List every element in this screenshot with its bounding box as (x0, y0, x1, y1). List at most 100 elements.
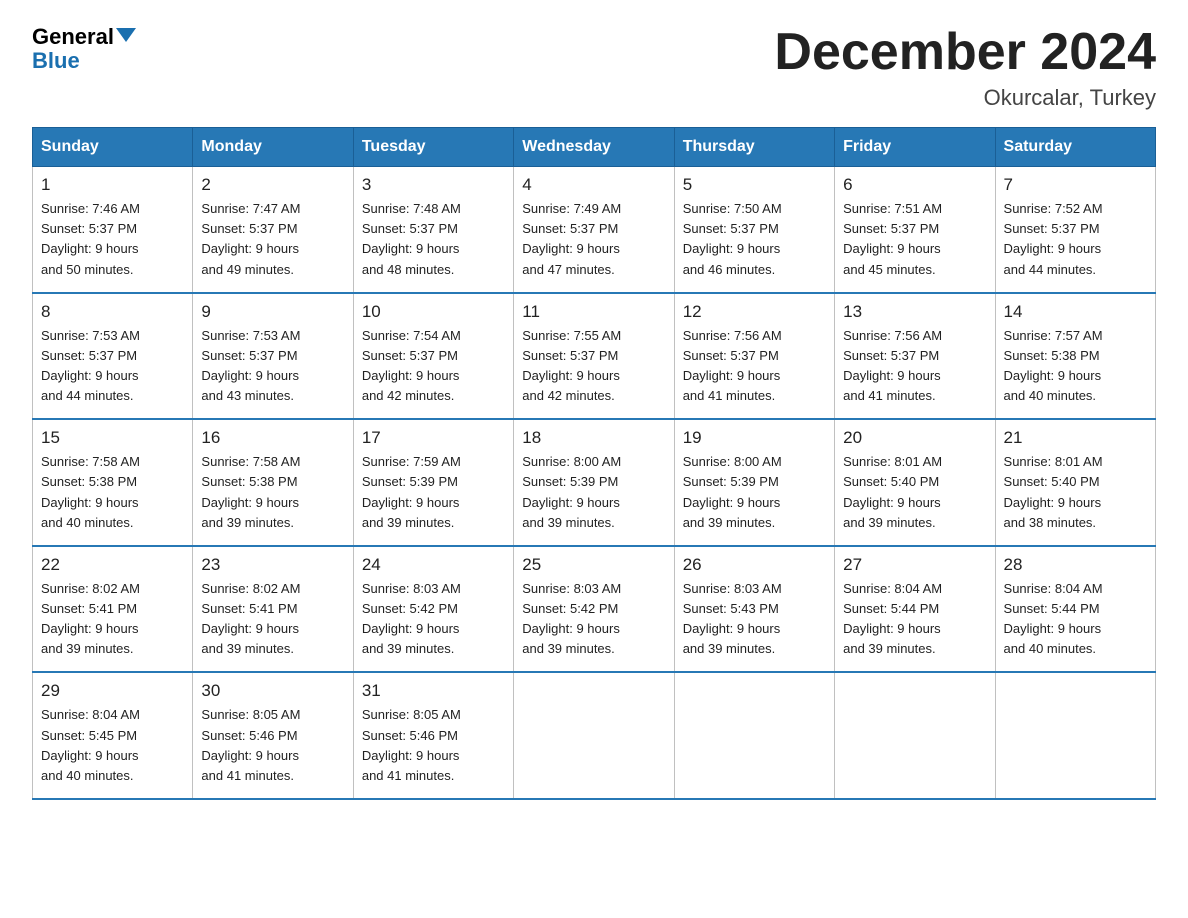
table-cell: 30 Sunrise: 8:05 AMSunset: 5:46 PMDayligh… (193, 672, 353, 799)
col-monday: Monday (193, 128, 353, 167)
day-number: 29 (41, 681, 184, 701)
day-info: Sunrise: 8:00 AMSunset: 5:39 PMDaylight:… (683, 452, 826, 533)
day-info: Sunrise: 8:02 AMSunset: 5:41 PMDaylight:… (41, 579, 184, 660)
day-number: 20 (843, 428, 986, 448)
table-cell (674, 672, 834, 799)
day-number: 10 (362, 302, 505, 322)
day-number: 12 (683, 302, 826, 322)
day-info: Sunrise: 8:01 AMSunset: 5:40 PMDaylight:… (1004, 452, 1147, 533)
day-number: 16 (201, 428, 344, 448)
day-number: 6 (843, 175, 986, 195)
day-number: 30 (201, 681, 344, 701)
day-number: 19 (683, 428, 826, 448)
col-sunday: Sunday (33, 128, 193, 167)
table-cell: 1 Sunrise: 7:46 AMSunset: 5:37 PMDaylight… (33, 167, 193, 293)
day-info: Sunrise: 8:03 AMSunset: 5:42 PMDaylight:… (362, 579, 505, 660)
day-number: 25 (522, 555, 665, 575)
day-number: 7 (1004, 175, 1147, 195)
month-title: December 2024 (774, 24, 1156, 81)
table-cell: 21 Sunrise: 8:01 AMSunset: 5:40 PMDayligh… (995, 419, 1155, 546)
day-number: 21 (1004, 428, 1147, 448)
day-info: Sunrise: 7:49 AMSunset: 5:37 PMDaylight:… (522, 199, 665, 280)
day-number: 2 (201, 175, 344, 195)
day-info: Sunrise: 7:58 AMSunset: 5:38 PMDaylight:… (201, 452, 344, 533)
page-header: General Blue December 2024 Okurcalar, Tu… (32, 24, 1156, 111)
day-number: 11 (522, 302, 665, 322)
day-info: Sunrise: 8:04 AMSunset: 5:44 PMDaylight:… (1004, 579, 1147, 660)
table-cell: 19 Sunrise: 8:00 AMSunset: 5:39 PMDayligh… (674, 419, 834, 546)
day-info: Sunrise: 8:04 AMSunset: 5:45 PMDaylight:… (41, 705, 184, 786)
day-number: 9 (201, 302, 344, 322)
table-cell: 5 Sunrise: 7:50 AMSunset: 5:37 PMDaylight… (674, 167, 834, 293)
day-info: Sunrise: 8:03 AMSunset: 5:43 PMDaylight:… (683, 579, 826, 660)
table-cell: 20 Sunrise: 8:01 AMSunset: 5:40 PMDayligh… (835, 419, 995, 546)
table-cell: 23 Sunrise: 8:02 AMSunset: 5:41 PMDayligh… (193, 546, 353, 673)
table-cell: 24 Sunrise: 8:03 AMSunset: 5:42 PMDayligh… (353, 546, 513, 673)
table-cell: 11 Sunrise: 7:55 AMSunset: 5:37 PMDayligh… (514, 293, 674, 420)
day-info: Sunrise: 8:03 AMSunset: 5:42 PMDaylight:… (522, 579, 665, 660)
table-cell: 22Sunrise: 8:02 AMSunset: 5:41 PMDayligh… (33, 546, 193, 673)
location-text: Okurcalar, Turkey (774, 85, 1156, 111)
day-number: 4 (522, 175, 665, 195)
col-thursday: Thursday (674, 128, 834, 167)
calendar-table: Sunday Monday Tuesday Wednesday Thursday… (32, 127, 1156, 800)
day-info: Sunrise: 7:52 AMSunset: 5:37 PMDaylight:… (1004, 199, 1147, 280)
day-info: Sunrise: 7:47 AMSunset: 5:37 PMDaylight:… (201, 199, 344, 280)
logo-arrow-icon (116, 28, 136, 42)
table-cell: 18 Sunrise: 8:00 AMSunset: 5:39 PMDayligh… (514, 419, 674, 546)
table-cell: 6 Sunrise: 7:51 AMSunset: 5:37 PMDaylight… (835, 167, 995, 293)
table-cell: 2 Sunrise: 7:47 AMSunset: 5:37 PMDaylight… (193, 167, 353, 293)
logo: General Blue (32, 24, 138, 74)
day-number: 23 (201, 555, 344, 575)
day-info: Sunrise: 8:00 AMSunset: 5:39 PMDaylight:… (522, 452, 665, 533)
table-cell: 26Sunrise: 8:03 AMSunset: 5:43 PMDayligh… (674, 546, 834, 673)
table-cell: 14Sunrise: 7:57 AMSunset: 5:38 PMDayligh… (995, 293, 1155, 420)
day-info: Sunrise: 7:54 AMSunset: 5:37 PMDaylight:… (362, 326, 505, 407)
day-info: Sunrise: 7:50 AMSunset: 5:37 PMDaylight:… (683, 199, 826, 280)
day-info: Sunrise: 7:58 AMSunset: 5:38 PMDaylight:… (41, 452, 184, 533)
day-number: 13 (843, 302, 986, 322)
table-cell: 15Sunrise: 7:58 AMSunset: 5:38 PMDayligh… (33, 419, 193, 546)
table-cell: 4 Sunrise: 7:49 AMSunset: 5:37 PMDaylight… (514, 167, 674, 293)
table-cell: 31Sunrise: 8:05 AMSunset: 5:46 PMDayligh… (353, 672, 513, 799)
day-info: Sunrise: 8:02 AMSunset: 5:41 PMDaylight:… (201, 579, 344, 660)
day-number: 31 (362, 681, 505, 701)
table-cell: 3 Sunrise: 7:48 AMSunset: 5:37 PMDaylight… (353, 167, 513, 293)
table-cell: 9 Sunrise: 7:53 AMSunset: 5:37 PMDaylight… (193, 293, 353, 420)
day-info: Sunrise: 7:48 AMSunset: 5:37 PMDaylight:… (362, 199, 505, 280)
table-cell: 28Sunrise: 8:04 AMSunset: 5:44 PMDayligh… (995, 546, 1155, 673)
col-wednesday: Wednesday (514, 128, 674, 167)
table-cell: 17Sunrise: 7:59 AMSunset: 5:39 PMDayligh… (353, 419, 513, 546)
day-info: Sunrise: 7:46 AMSunset: 5:37 PMDaylight:… (41, 199, 184, 280)
week-row-3: 15Sunrise: 7:58 AMSunset: 5:38 PMDayligh… (33, 419, 1156, 546)
week-row-2: 8 Sunrise: 7:53 AMSunset: 5:37 PMDaylight… (33, 293, 1156, 420)
col-tuesday: Tuesday (353, 128, 513, 167)
day-info: Sunrise: 8:01 AMSunset: 5:40 PMDaylight:… (843, 452, 986, 533)
day-number: 18 (522, 428, 665, 448)
day-info: Sunrise: 7:55 AMSunset: 5:37 PMDaylight:… (522, 326, 665, 407)
col-saturday: Saturday (995, 128, 1155, 167)
logo-blue-text: Blue (32, 48, 80, 74)
table-cell: 12 Sunrise: 7:56 AMSunset: 5:37 PMDayligh… (674, 293, 834, 420)
day-info: Sunrise: 8:05 AMSunset: 5:46 PMDaylight:… (201, 705, 344, 786)
logo-general-text: General (32, 24, 114, 50)
day-number: 5 (683, 175, 826, 195)
day-info: Sunrise: 7:51 AMSunset: 5:37 PMDaylight:… (843, 199, 986, 280)
day-info: Sunrise: 7:53 AMSunset: 5:37 PMDaylight:… (201, 326, 344, 407)
day-info: Sunrise: 7:59 AMSunset: 5:39 PMDaylight:… (362, 452, 505, 533)
day-info: Sunrise: 7:56 AMSunset: 5:37 PMDaylight:… (683, 326, 826, 407)
day-number: 27 (843, 555, 986, 575)
table-cell: 16 Sunrise: 7:58 AMSunset: 5:38 PMDayligh… (193, 419, 353, 546)
day-info: Sunrise: 7:56 AMSunset: 5:37 PMDaylight:… (843, 326, 986, 407)
title-area: December 2024 Okurcalar, Turkey (774, 24, 1156, 111)
table-cell: 29 Sunrise: 8:04 AMSunset: 5:45 PMDayligh… (33, 672, 193, 799)
day-number: 24 (362, 555, 505, 575)
table-cell: 25 Sunrise: 8:03 AMSunset: 5:42 PMDayligh… (514, 546, 674, 673)
day-number: 1 (41, 175, 184, 195)
table-cell (514, 672, 674, 799)
day-number: 8 (41, 302, 184, 322)
day-number: 3 (362, 175, 505, 195)
day-info: Sunrise: 7:53 AMSunset: 5:37 PMDaylight:… (41, 326, 184, 407)
table-cell: 8 Sunrise: 7:53 AMSunset: 5:37 PMDaylight… (33, 293, 193, 420)
day-number: 14 (1004, 302, 1147, 322)
